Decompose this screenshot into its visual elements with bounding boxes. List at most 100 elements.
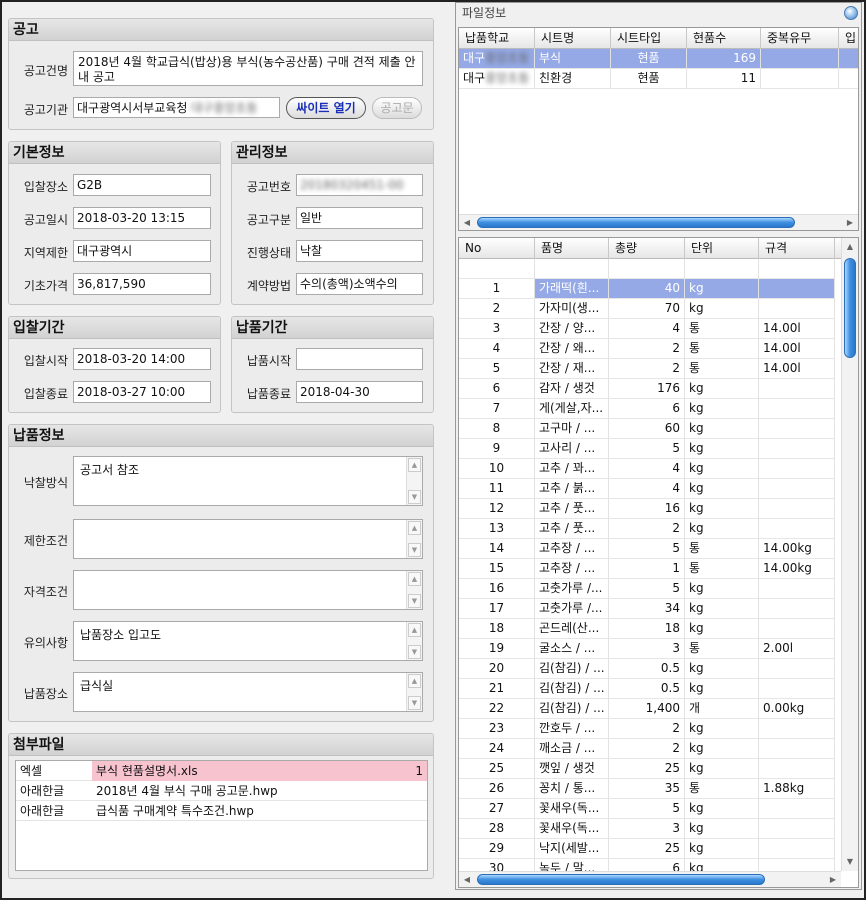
items-grid-vthumb[interactable] (844, 258, 856, 358)
bid-place-field[interactable]: G2B (73, 174, 211, 196)
notice-doc-button[interactable]: 공고문 (372, 97, 422, 119)
col-header-unit[interactable]: 단위 (685, 238, 759, 259)
item-row[interactable]: 26 꽁치 / 통... 35 통 1.88kg (459, 779, 842, 799)
notice-org-field[interactable]: 대구광역시서부교육청 대구중앙초등 (73, 97, 280, 118)
attachment-row[interactable]: 아래한글 2018년 4월 부식 구매 공고문.hwp (16, 781, 427, 801)
note-scrollbar[interactable]: ▲ ▼ (406, 622, 422, 660)
items-grid-vscroll[interactable]: ▲ ▼ (841, 238, 858, 871)
item-row[interactable]: 10 고추 / 꽈... 4 kg (459, 459, 842, 479)
award-method-scrollbar[interactable]: ▲ ▼ (406, 457, 422, 505)
item-total: 5 (609, 539, 685, 559)
limit-cond-textarea[interactable]: ▲ ▼ (73, 519, 423, 559)
qual-cond-scrollbar[interactable]: ▲ ▼ (406, 571, 422, 609)
item-row[interactable]: 5 간장 / 재... 2 통 14.00l (459, 359, 842, 379)
item-row[interactable] (459, 259, 842, 279)
note-textarea[interactable]: 납품장소 입고도 ▲ ▼ (73, 621, 423, 661)
open-site-button[interactable]: 싸이트 열기 (286, 97, 366, 119)
region-field[interactable]: 대구광역시 (73, 240, 211, 262)
item-row[interactable]: 30 녹두 / 말... 6 kg (459, 859, 842, 871)
item-row[interactable]: 23 깐호두 / ... 2 kg (459, 719, 842, 739)
col-header-sheet[interactable]: 시트명 (535, 28, 611, 49)
item-no: 4 (459, 339, 535, 359)
item-row[interactable]: 16 고춧가루 /... 5 kg (459, 579, 842, 599)
item-row[interactable]: 15 고추장 / ... 1 통 14.00kg (459, 559, 842, 579)
item-row[interactable]: 3 간장 / 양... 4 통 14.00l (459, 319, 842, 339)
delivery-start-field[interactable] (296, 348, 423, 370)
item-name: 가자미(생... (535, 299, 609, 319)
bid-end-label: 입찰종료 (23, 387, 68, 401)
col-header-spec[interactable]: 규격 (759, 238, 835, 259)
item-name: 고추 / 풋... (535, 519, 609, 539)
col-header-total[interactable]: 총량 (609, 238, 685, 259)
item-total: 70 (609, 299, 685, 319)
item-row[interactable]: 2 가자미(생... 70 kg (459, 299, 842, 319)
item-name: 깻잎 / 생것 (535, 759, 609, 779)
item-row[interactable]: 1 가래떡(흰... 40 kg (459, 279, 842, 299)
item-name: 고구마 / ... (535, 419, 609, 439)
item-row[interactable]: 17 고춧가루 /... 34 kg (459, 599, 842, 619)
scroll-right-icon[interactable]: ▶ (843, 216, 857, 230)
item-row[interactable]: 22 김(참김) / ... 1,400 개 0.00kg (459, 699, 842, 719)
panel-splitter[interactable] (458, 232, 859, 236)
sheet-row[interactable]: 대구중앙초등 부식 현품 169 (459, 49, 858, 69)
sheet-grid-hscroll[interactable]: ◀ ▶ (459, 214, 858, 230)
sheet-row[interactable]: 대구중앙초등 친환경 현품 11 (459, 69, 858, 89)
col-header-no[interactable]: No (459, 238, 535, 259)
item-row[interactable]: 13 고추 / 풋... 2 kg (459, 519, 842, 539)
qual-cond-textarea[interactable]: ▲ ▼ (73, 570, 423, 610)
notice-number-field[interactable]: 20180320451-00 (296, 174, 423, 196)
delivery-place-scrollbar[interactable]: ▲ ▼ (406, 673, 422, 711)
items-grid-hthumb[interactable] (477, 874, 765, 885)
item-row[interactable]: 14 고추장 / ... 5 통 14.00kg (459, 539, 842, 559)
notice-name-field[interactable]: 2018년 4월 학교급식(밥상)용 부식(농수공산품) 구매 견적 제출 안내… (73, 51, 423, 86)
notice-type-field[interactable]: 일반 (296, 207, 423, 229)
scroll-left-icon[interactable]: ◀ (460, 873, 474, 887)
col-header-item-name[interactable]: 품명 (535, 238, 609, 259)
delivery-place-textarea[interactable]: 급식실 ▲ ▼ (73, 672, 423, 712)
item-row[interactable]: 11 고추 / 붉... 4 kg (459, 479, 842, 499)
col-header-more[interactable]: 입 (839, 28, 858, 49)
bid-start-field[interactable]: 2018-03-20 14:00 (73, 348, 211, 370)
item-row[interactable]: 25 깻잎 / 생것 25 kg (459, 759, 842, 779)
item-row[interactable]: 21 김(참김) / ... 0.5 kg (459, 679, 842, 699)
contract-method-field[interactable]: 수의(총액)소액수의 (296, 273, 423, 295)
attachment-row[interactable]: 엑셀 부식 현품설명서.xls 1 (16, 761, 427, 781)
limit-cond-scrollbar[interactable]: ▲ ▼ (406, 520, 422, 558)
scroll-up-icon[interactable]: ▲ (843, 240, 857, 254)
item-spec (759, 579, 835, 599)
item-row[interactable]: 9 고사리 / ... 5 kg (459, 439, 842, 459)
col-header-item-count[interactable]: 현품수 (687, 28, 761, 49)
item-row[interactable]: 8 고구마 / ... 60 kg (459, 419, 842, 439)
item-row[interactable]: 19 굴소스 / ... 3 통 2.00l (459, 639, 842, 659)
sheet-grid-hthumb[interactable] (477, 217, 795, 228)
col-header-duplicate[interactable]: 중복유무 (761, 28, 839, 49)
scroll-down-icon[interactable]: ▼ (843, 855, 857, 869)
scroll-left-icon[interactable]: ◀ (460, 216, 474, 230)
notice-date-field[interactable]: 2018-03-20 13:15 (73, 207, 211, 229)
item-row[interactable]: 7 게(게살,자... 6 kg (459, 399, 842, 419)
item-row[interactable]: 20 김(참김) / ... 0.5 kg (459, 659, 842, 679)
col-header-school[interactable]: 납품학교 (459, 28, 535, 49)
item-row[interactable]: 4 간장 / 왜... 2 통 14.00l (459, 339, 842, 359)
item-row[interactable]: 29 낙지(세발... 25 kg (459, 839, 842, 859)
attachment-row[interactable]: 아래한글 급식품 구매계약 특수조건.hwp (16, 801, 427, 821)
item-row[interactable]: 6 감자 / 생것 176 kg (459, 379, 842, 399)
col-header-sheet-type[interactable]: 시트타입 (611, 28, 687, 49)
scroll-right-icon[interactable]: ▶ (826, 873, 840, 887)
item-unit: kg (685, 679, 759, 699)
item-row[interactable]: 12 고추 / 풋... 16 kg (459, 499, 842, 519)
award-method-textarea[interactable]: 공고서 참조 ▲ ▼ (73, 456, 423, 506)
notice-org-label: 공고기관 (23, 103, 68, 117)
item-row[interactable]: 27 꽃새우(독... 5 kg (459, 799, 842, 819)
bid-end-field[interactable]: 2018-03-27 10:00 (73, 381, 211, 403)
item-row[interactable]: 28 꽃새우(독... 3 kg (459, 819, 842, 839)
award-method-label: 낙찰방식 (23, 476, 68, 490)
orb-icon[interactable] (844, 6, 858, 20)
item-row[interactable]: 24 깨소금 / ... 2 kg (459, 739, 842, 759)
item-spec (759, 439, 835, 459)
items-grid-hscroll[interactable]: ◀ ▶ (459, 871, 841, 887)
base-price-field[interactable]: 36,817,590 (73, 273, 211, 295)
status-field[interactable]: 낙찰 (296, 240, 423, 262)
item-row[interactable]: 18 곤드레(산... 18 kg (459, 619, 842, 639)
delivery-end-field[interactable]: 2018-04-30 (296, 381, 423, 403)
